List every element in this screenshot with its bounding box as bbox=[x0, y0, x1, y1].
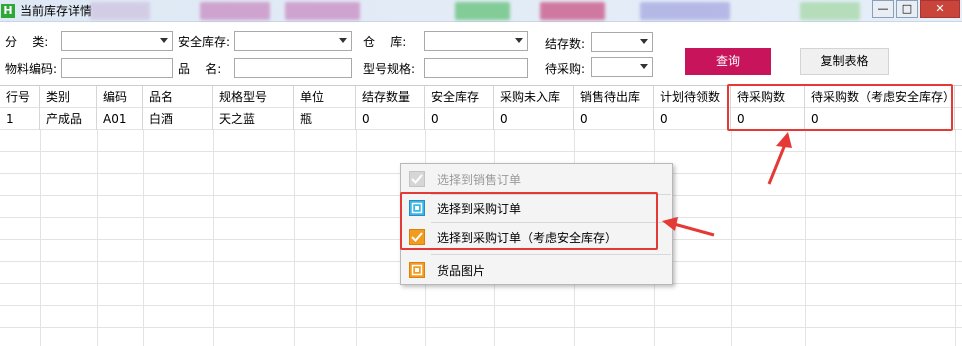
product-name-label: 品 名: bbox=[178, 62, 222, 76]
app-logo-icon: H bbox=[1, 3, 15, 18]
chevron-down-icon bbox=[515, 38, 523, 43]
column-header[interactable]: 计划待领数 bbox=[654, 86, 731, 108]
table-cell: 瓶 bbox=[294, 108, 356, 130]
menu-item-product-image[interactable]: 货品图片 bbox=[401, 256, 672, 284]
warehouse-label: 仓 库: bbox=[363, 35, 407, 49]
annotation-arrow-left bbox=[662, 217, 715, 237]
column-header[interactable]: 行号 bbox=[0, 86, 40, 108]
stock-count-label: 结存数: bbox=[545, 37, 586, 51]
material-code-input[interactable] bbox=[61, 58, 173, 78]
minimize-button[interactable]: — bbox=[872, 0, 894, 18]
warehouse-select[interactable] bbox=[424, 31, 528, 51]
maximize-button[interactable]: □ bbox=[896, 0, 918, 18]
table-cell: 0 bbox=[425, 108, 494, 130]
highlight-menu-box bbox=[400, 192, 658, 250]
product-name-input[interactable] bbox=[234, 58, 352, 78]
table-cell: 0 bbox=[494, 108, 574, 130]
to-purchase-select[interactable] bbox=[591, 57, 653, 77]
query-button[interactable]: 查询 bbox=[685, 48, 771, 75]
to-purchase-label: 待采购: bbox=[545, 62, 586, 76]
checkbox-check-icon bbox=[409, 171, 425, 187]
safety-stock-select[interactable] bbox=[234, 31, 352, 51]
table-cell: 白酒 bbox=[143, 108, 213, 130]
chevron-down-icon bbox=[640, 39, 648, 44]
material-code-label: 物料编码: bbox=[5, 62, 58, 76]
column-header[interactable]: 销售待出库 bbox=[574, 86, 654, 108]
column-header[interactable]: 品名 bbox=[143, 86, 213, 108]
model-spec-input[interactable] bbox=[424, 58, 528, 78]
table-cell: 1 bbox=[0, 108, 40, 130]
column-header[interactable]: 规格型号 bbox=[213, 86, 294, 108]
column-header[interactable]: 采购未入库 bbox=[494, 86, 574, 108]
column-header[interactable]: 类别 bbox=[40, 86, 97, 108]
close-button[interactable]: ✕ bbox=[920, 0, 960, 18]
safety-stock-label: 安全库存: bbox=[178, 35, 231, 49]
table-cell: 产成品 bbox=[40, 108, 97, 130]
image-square-icon bbox=[409, 262, 425, 278]
annotation-arrow-up bbox=[767, 132, 792, 185]
highlight-columns-box bbox=[727, 84, 953, 131]
stock-count-select[interactable] bbox=[591, 32, 653, 52]
chevron-down-icon bbox=[640, 64, 648, 69]
copy-table-button[interactable]: 复制表格 bbox=[800, 48, 889, 75]
table-cell: 0 bbox=[356, 108, 425, 130]
menu-item-label: 选择到销售订单 bbox=[437, 172, 522, 187]
menu-item-sales-order[interactable]: 选择到销售订单 bbox=[401, 165, 672, 193]
table-cell: 天之蓝 bbox=[213, 108, 294, 130]
table-cell: A01 bbox=[97, 108, 143, 130]
column-header[interactable]: 结存数量 bbox=[356, 86, 425, 108]
table-cell: 0 bbox=[654, 108, 731, 130]
model-spec-label: 型号规格: bbox=[363, 62, 416, 76]
column-header[interactable]: 安全库存 bbox=[425, 86, 494, 108]
table-cell: 0 bbox=[574, 108, 654, 130]
category-label: 分 类: bbox=[5, 35, 49, 49]
chevron-down-icon bbox=[339, 38, 347, 43]
category-select[interactable] bbox=[61, 31, 173, 51]
window-title: 当前库存详情 bbox=[20, 4, 93, 18]
chevron-down-icon bbox=[160, 38, 168, 43]
menu-item-label: 货品图片 bbox=[437, 263, 486, 278]
column-header[interactable]: 单位 bbox=[294, 86, 356, 108]
column-header[interactable]: 编码 bbox=[97, 86, 143, 108]
